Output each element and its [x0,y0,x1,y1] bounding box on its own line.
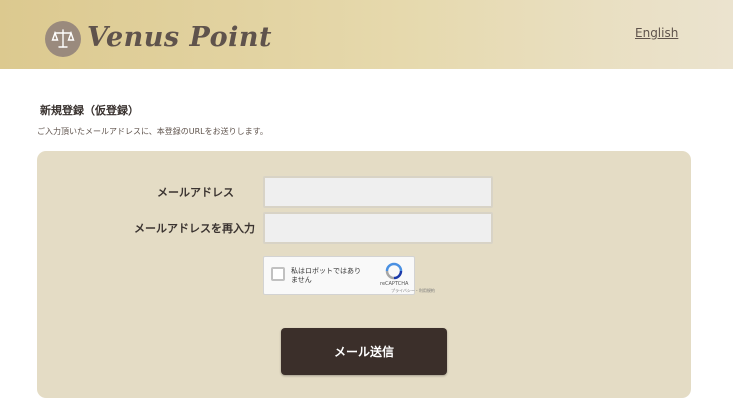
scales-icon [45,21,81,57]
page-title: 新規登録（仮登録） [40,104,139,117]
language-link-english[interactable]: English [635,26,678,40]
recaptcha-terms-link[interactable]: プライバシー・利用規約 [391,288,435,294]
logo-text: Venus Point [87,22,272,53]
site-header: Venus Point English [0,0,733,69]
email-confirm-field[interactable] [263,212,493,244]
page-description: ご入力頂いたメールアドレスに、本登録のURLをお送りします。 [37,127,268,136]
send-email-button[interactable]: メール送信 [281,328,447,375]
email-confirm-label: メールアドレスを再入力 [134,222,255,235]
email-field[interactable] [263,176,493,208]
recaptcha-checkbox[interactable] [271,267,285,281]
email-label: メールアドレス [157,186,234,199]
recaptcha-brand: reCAPTCHA [380,281,409,287]
recaptcha-label: 私はロボットではありません [291,267,361,284]
recaptcha-logo-icon [385,262,403,280]
